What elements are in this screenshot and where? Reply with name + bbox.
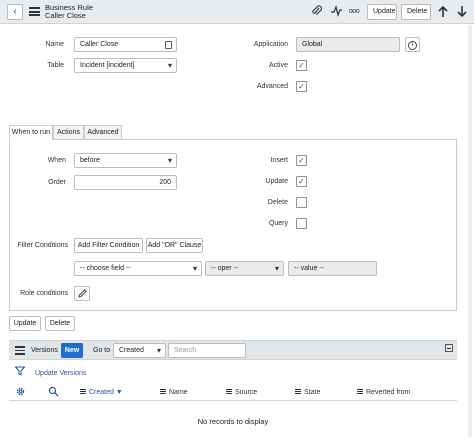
more-icon[interactable]: ooo xyxy=(346,5,362,19)
name-field[interactable]: Caller Close xyxy=(74,37,177,52)
active-checkbox[interactable]: ✓ xyxy=(296,60,307,71)
gear-icon[interactable] xyxy=(15,386,26,399)
empty-message: No records to display xyxy=(197,417,269,426)
back-button[interactable]: ‹ xyxy=(7,4,23,20)
filter-conditions-label: Filter Conditions xyxy=(17,242,68,249)
collapse-icon[interactable] xyxy=(445,344,453,352)
column-created[interactable]: Created ▼ xyxy=(80,388,123,398)
search-icon[interactable] xyxy=(48,386,59,399)
application-field: Global xyxy=(296,37,400,52)
delete-checkbox[interactable] xyxy=(296,197,307,208)
filter-icon[interactable] xyxy=(14,366,26,378)
attachment-icon[interactable] xyxy=(309,5,323,19)
info-icon: i xyxy=(408,41,417,50)
advanced-checkbox[interactable]: ✓ xyxy=(296,81,307,92)
arrow-up-icon[interactable] xyxy=(436,5,450,19)
header-divider xyxy=(9,400,457,401)
query-label: Query xyxy=(268,220,288,227)
table-select[interactable]: Incident [incident] xyxy=(74,58,177,73)
column-source[interactable]: Source xyxy=(226,388,257,398)
insert-checkbox[interactable]: ✓ xyxy=(296,155,307,166)
pencil-icon xyxy=(77,289,87,298)
application-label: Application xyxy=(253,41,288,48)
right-scrollbar[interactable] xyxy=(468,25,472,437)
goto-label: Go to xyxy=(93,347,111,354)
update-bottom-button[interactable]: Update xyxy=(9,316,41,331)
form-header: ‹ Business Rule Caller Close ooo Update … xyxy=(0,0,474,24)
order-label: Order xyxy=(48,179,66,186)
delete-bottom-button[interactable]: Delete xyxy=(45,316,75,331)
active-label: Active xyxy=(268,62,288,69)
update-label: Update xyxy=(265,178,288,185)
name-label: Name xyxy=(45,41,64,48)
delete-label: Delete xyxy=(267,199,288,206)
choose-field-select[interactable]: -- choose field -- xyxy=(74,261,202,276)
advanced-label: Advanced xyxy=(256,83,288,90)
update-versions-link[interactable]: Update Versions xyxy=(35,369,86,378)
list-menu-icon[interactable] xyxy=(15,346,25,355)
table-label: Table xyxy=(47,62,64,69)
versions-related-list-bar: Versions New Go to Created Search xyxy=(9,340,457,360)
update-button[interactable]: Update xyxy=(367,4,397,20)
insert-label: Insert xyxy=(270,157,288,164)
goto-select[interactable]: Created xyxy=(113,343,166,358)
query-checkbox[interactable] xyxy=(296,218,307,229)
oper-select: -- oper -- xyxy=(205,261,284,276)
related-list-title: Versions xyxy=(31,347,58,354)
add-or-clause-button[interactable]: Add "OR" Clause xyxy=(146,238,203,253)
value-field: -- value -- xyxy=(288,261,377,276)
delete-button[interactable]: Delete xyxy=(401,4,431,20)
tab-when-to-run[interactable]: When to run xyxy=(9,125,53,140)
update-checkbox[interactable]: ✓ xyxy=(296,176,307,187)
column-reverted-from[interactable]: Reverted from xyxy=(357,388,410,398)
add-filter-condition-button[interactable]: Add Filter Condition xyxy=(74,238,143,253)
role-conditions-label: Role conditions xyxy=(20,290,68,297)
back-icon: ‹ xyxy=(13,6,17,17)
header-subtitle: Caller Close xyxy=(45,11,86,20)
info-button[interactable]: i xyxy=(405,37,420,52)
column-name[interactable]: Name xyxy=(160,388,188,398)
tab-actions[interactable]: Actions xyxy=(53,125,84,140)
new-button[interactable]: New xyxy=(61,343,83,358)
name-value: Caller Close xyxy=(80,41,119,48)
tab-advanced[interactable]: Advanced xyxy=(84,125,122,140)
when-select[interactable]: before xyxy=(74,153,177,168)
order-field[interactable]: 200 xyxy=(74,175,177,190)
activity-icon[interactable] xyxy=(329,5,343,19)
menu-icon[interactable] xyxy=(29,7,40,16)
column-state[interactable]: State xyxy=(295,388,320,398)
when-label: When xyxy=(47,157,66,164)
search-input[interactable]: Search xyxy=(168,343,246,358)
edit-roles-button[interactable] xyxy=(74,286,90,301)
lookup-icon[interactable] xyxy=(165,41,172,49)
sort-desc-icon: ▼ xyxy=(115,389,123,396)
arrow-down-icon[interactable] xyxy=(455,5,469,19)
